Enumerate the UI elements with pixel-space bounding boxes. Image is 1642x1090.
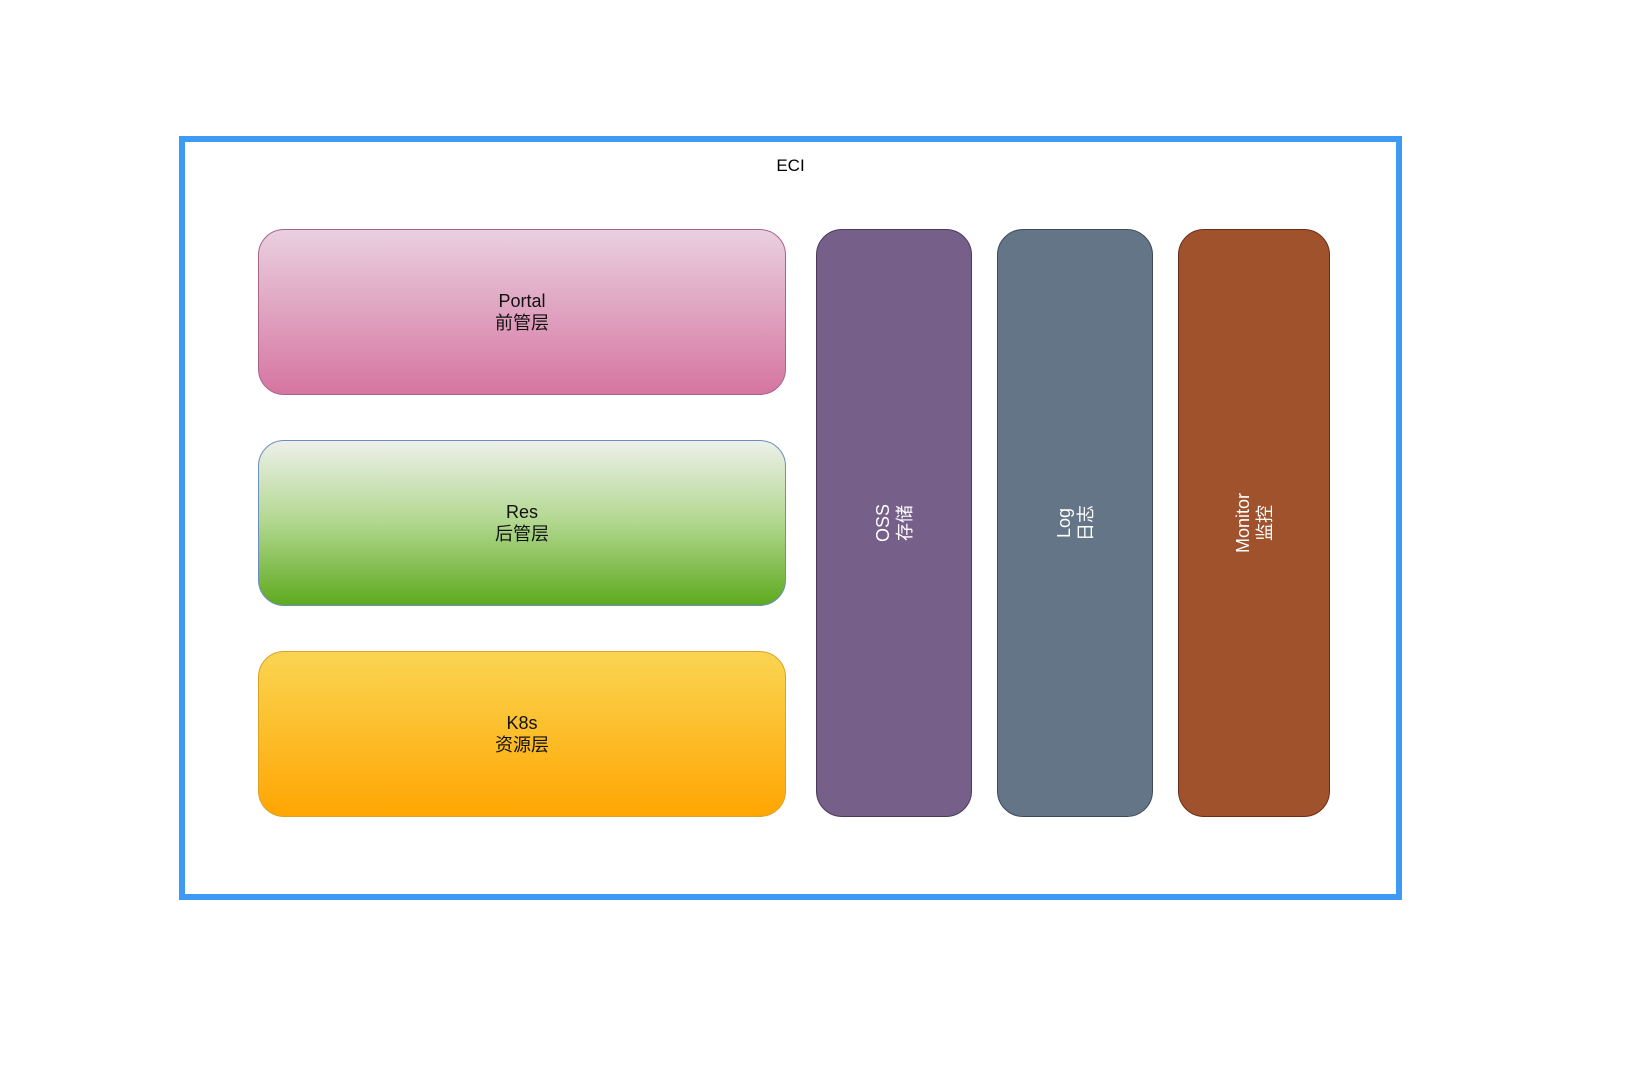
k8s-layer-box[interactable]: K8s 资源层	[258, 651, 786, 817]
monitor-sublabel: 监控	[1255, 505, 1275, 541]
res-label: Res	[505, 502, 538, 522]
oss-sublabel: 存储	[894, 505, 915, 542]
log-label: Log	[1054, 507, 1074, 539]
oss-label: OSS	[872, 503, 893, 543]
portal-sublabel: 前管层	[495, 313, 549, 333]
portal-label: Portal	[498, 291, 546, 311]
res-sublabel: 后管层	[495, 524, 549, 544]
log-sublabel: 日志	[1076, 505, 1096, 541]
k8s-label: K8s	[506, 713, 538, 733]
log-pillar-box[interactable]: Log 日志	[997, 229, 1153, 817]
monitor-pillar-box[interactable]: Monitor 监控	[1178, 229, 1330, 817]
monitor-label: Monitor	[1233, 492, 1253, 554]
eci-title: ECI	[776, 156, 805, 175]
res-layer-box[interactable]: Res 后管层	[258, 440, 786, 606]
portal-layer-box[interactable]: Portal 前管层	[258, 229, 786, 395]
oss-pillar-box[interactable]: OSS 存储	[816, 229, 972, 817]
k8s-sublabel: 资源层	[495, 735, 549, 755]
